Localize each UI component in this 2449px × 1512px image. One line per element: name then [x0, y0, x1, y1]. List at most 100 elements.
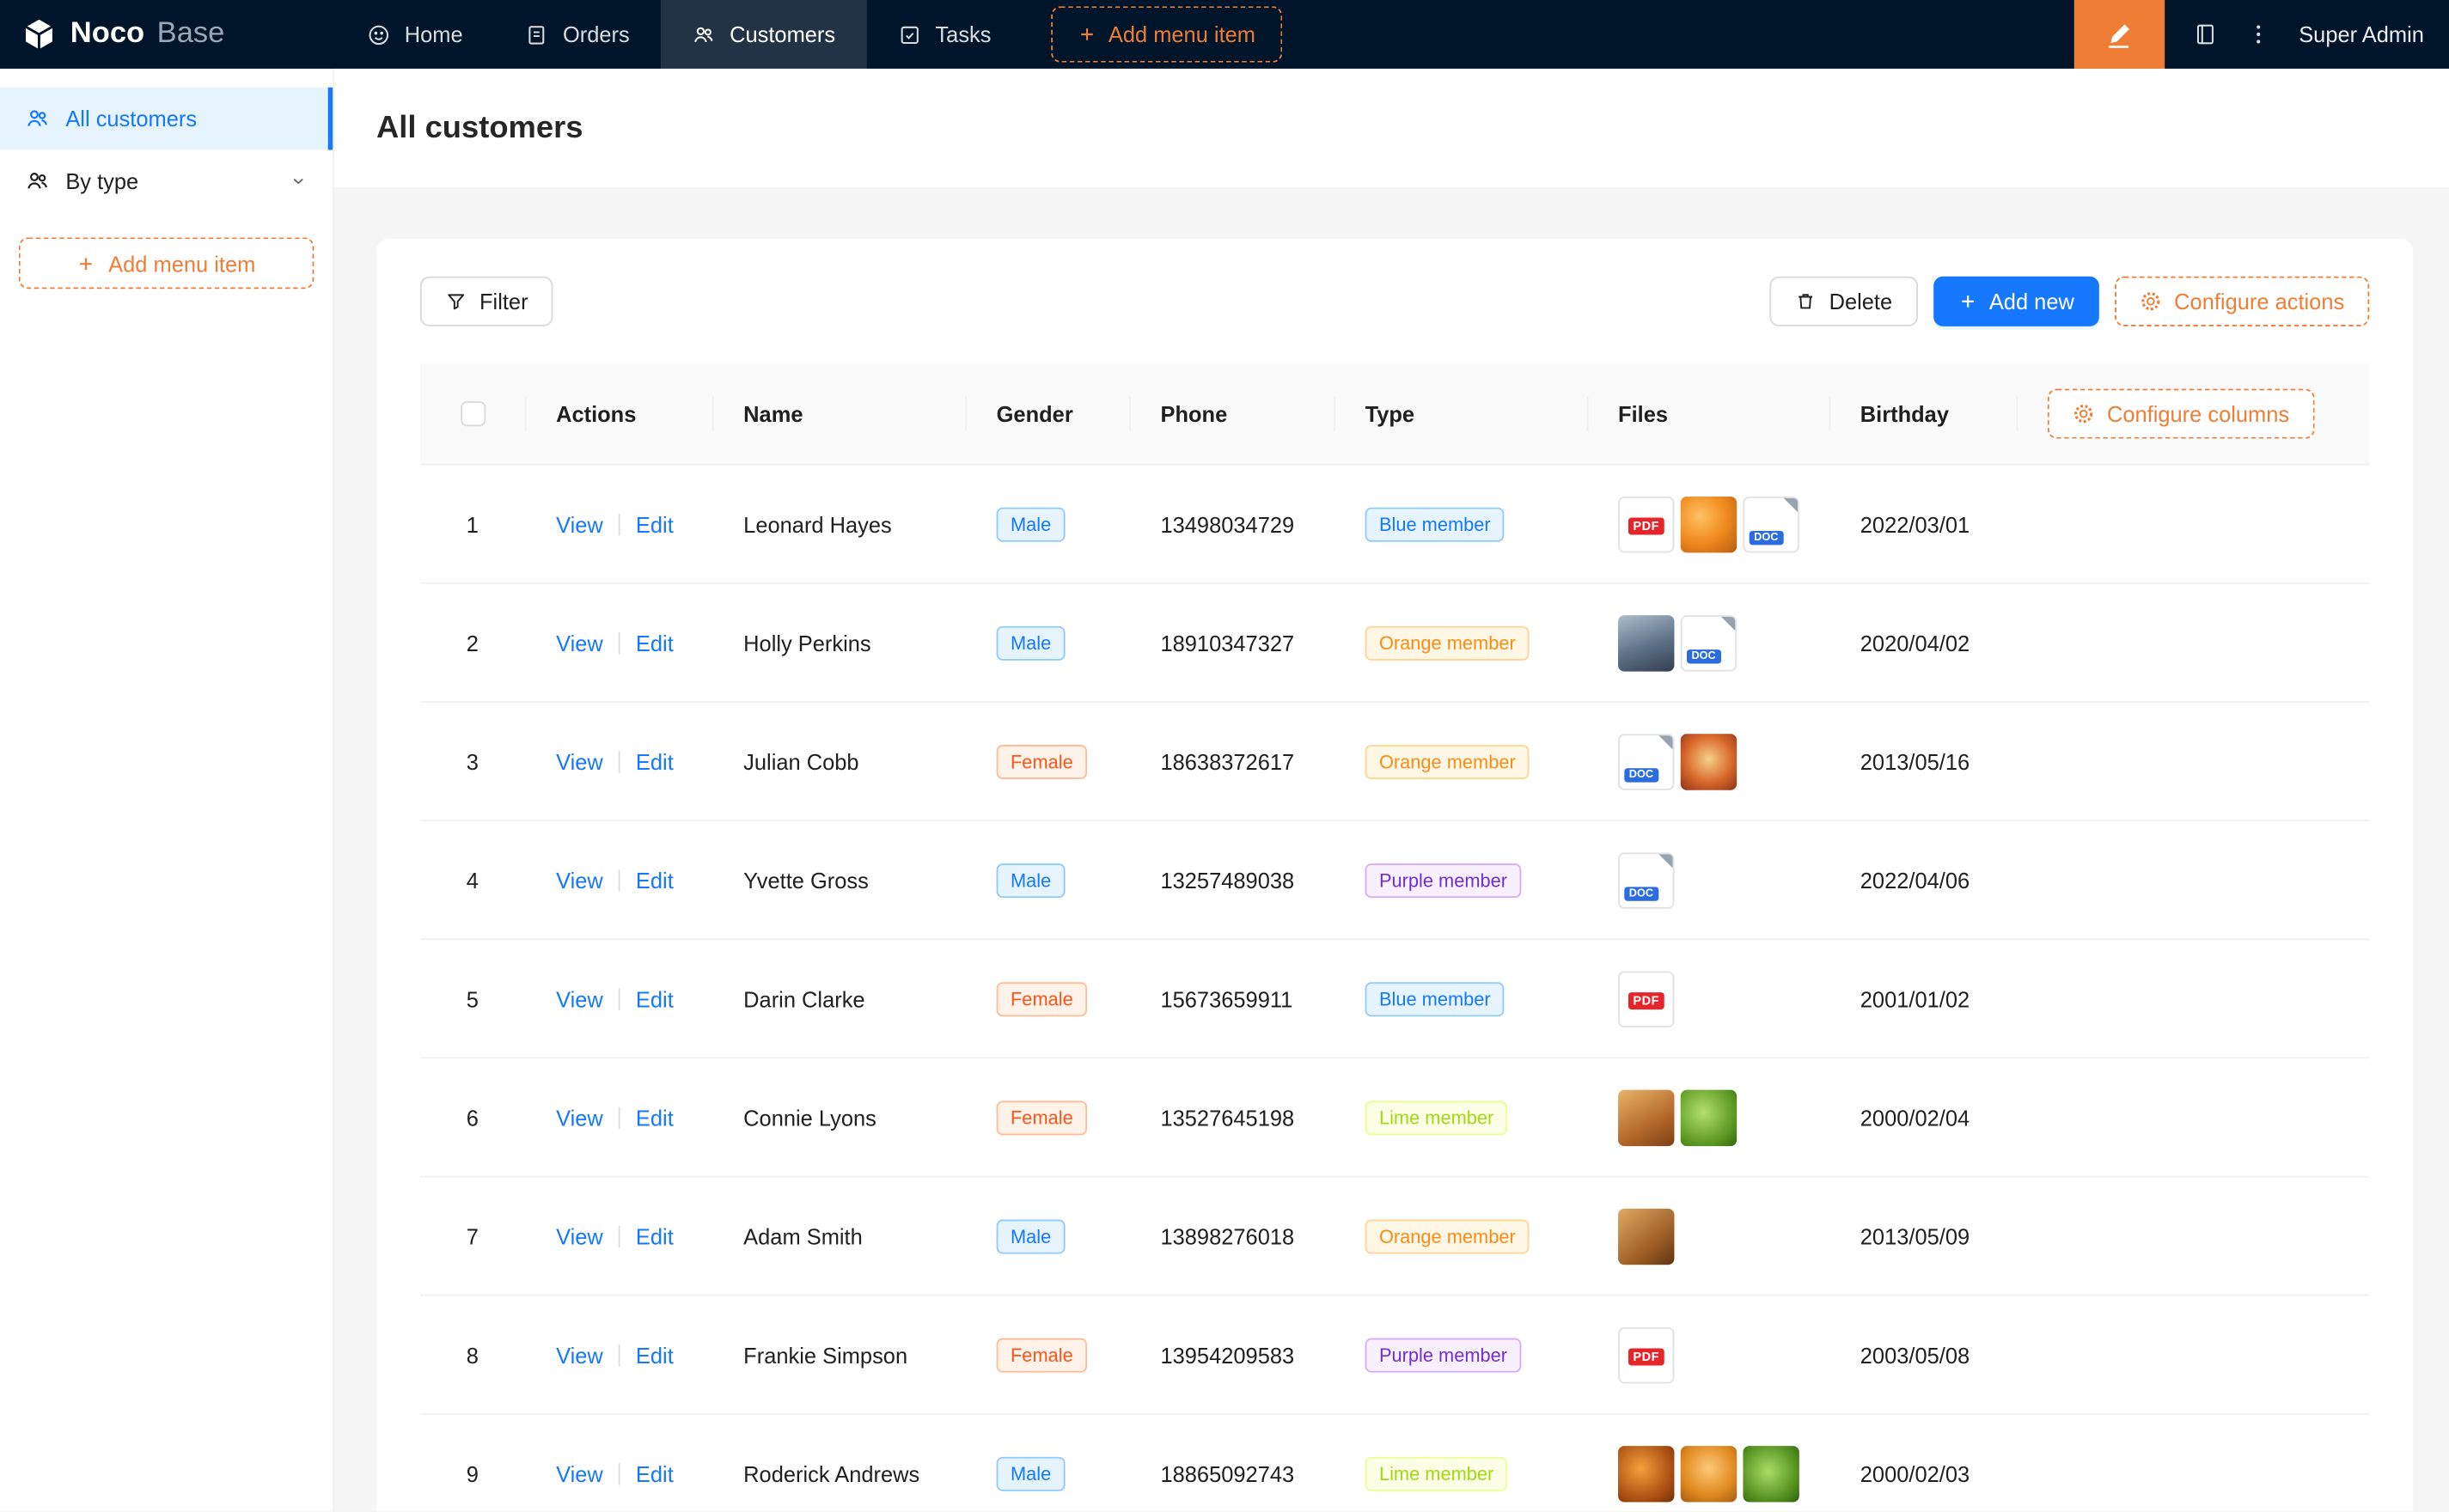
customers-table: Actions Name Gender Phone Type Files Bir… — [420, 364, 2369, 1512]
image-thumbnail[interactable] — [1618, 614, 1674, 670]
nav-item-customers[interactable]: Customers — [661, 0, 866, 69]
nav-item-label: Customers — [730, 21, 835, 46]
doc-file-icon[interactable]: DOC — [1618, 733, 1674, 789]
edit-link[interactable]: Edit — [636, 868, 674, 893]
action-divider — [619, 1225, 620, 1247]
ui-editor-button[interactable] — [2073, 0, 2164, 69]
image-thumbnail[interactable] — [1618, 1089, 1674, 1145]
customer-name: Holly Perkins — [743, 630, 871, 655]
edit-link[interactable]: Edit — [636, 986, 674, 1011]
delete-button-label: Delete — [1829, 289, 1893, 314]
nav-item-label: Tasks — [935, 21, 991, 46]
image-thumbnail[interactable] — [1681, 1089, 1737, 1145]
delete-button[interactable]: Delete — [1770, 277, 1918, 326]
files-cell: PDF DOC — [1587, 466, 1829, 582]
table-row: 9 View Edit Roderick Andrews Male 188650… — [420, 1415, 2369, 1512]
sidebar-add-menu-item-label: Add menu item — [108, 251, 255, 276]
nav-item-tasks[interactable]: Tasks — [866, 0, 1022, 69]
more-options-icon[interactable] — [2245, 21, 2270, 46]
image-thumbnail[interactable] — [1743, 1445, 1799, 1501]
sidebar-item-by-type[interactable]: By type — [0, 149, 333, 212]
birthday-value: 2022/03/01 — [1860, 511, 1970, 536]
doc-file-icon[interactable]: DOC — [1618, 852, 1674, 908]
navbar-right-actions: Super Admin — [2073, 0, 2449, 69]
table-body: 1 View Edit Leonard Hayes Male 134980347… — [420, 466, 2369, 1512]
phone-number: 13954209583 — [1160, 1342, 1294, 1367]
image-thumbnail[interactable] — [1618, 1208, 1674, 1264]
view-link[interactable]: View — [556, 868, 603, 893]
sidebar-item-all-customers[interactable]: All customers — [0, 88, 333, 150]
view-link[interactable]: View — [556, 511, 603, 536]
view-link[interactable]: View — [556, 630, 603, 655]
filter-button-label: Filter — [479, 289, 528, 314]
edit-link[interactable]: Edit — [636, 630, 674, 655]
type-tag: Lime member — [1365, 1100, 1508, 1134]
plus-icon — [1957, 292, 1976, 311]
edit-link[interactable]: Edit — [636, 1223, 674, 1248]
customer-name: Leonard Hayes — [743, 511, 892, 536]
type-tag: Orange member — [1365, 625, 1530, 660]
birthday-value: 2013/05/09 — [1860, 1223, 1970, 1248]
navbar-add-menu-item-button[interactable]: Add menu item — [1051, 6, 1282, 62]
pdf-file-icon[interactable]: PDF — [1618, 496, 1674, 552]
edit-link[interactable]: Edit — [636, 1460, 674, 1485]
image-thumbnail[interactable] — [1681, 733, 1737, 789]
home-icon — [367, 22, 390, 46]
customer-name: Adam Smith — [743, 1223, 863, 1248]
view-link[interactable]: View — [556, 1223, 603, 1248]
image-thumbnail[interactable] — [1618, 1445, 1674, 1501]
docs-icon[interactable] — [2193, 21, 2218, 46]
nav-item-home[interactable]: Home — [336, 0, 494, 69]
birthday-value: 2000/02/03 — [1860, 1460, 1970, 1485]
pdf-file-icon[interactable]: PDF — [1618, 971, 1674, 1027]
add-new-button[interactable]: Add new — [1933, 277, 2099, 326]
phone-number: 18638372617 — [1160, 749, 1294, 774]
view-link[interactable]: View — [556, 749, 603, 774]
column-header-type: Type — [1334, 364, 1586, 464]
action-divider — [619, 1462, 620, 1484]
edit-link[interactable]: Edit — [636, 1105, 674, 1130]
content-area: Filter Delete Add new — [334, 187, 2449, 1511]
row-index: 2 — [467, 630, 479, 655]
edit-link[interactable]: Edit — [636, 1342, 674, 1367]
doc-file-icon[interactable]: DOC — [1743, 496, 1799, 552]
view-link[interactable]: View — [556, 1105, 603, 1130]
table-row: 7 View Edit Adam Smith Male 13898276018 … — [420, 1177, 2369, 1296]
sidebar: All customers By type Add menu item — [0, 69, 334, 1511]
users-icon — [25, 168, 50, 193]
view-link[interactable]: View — [556, 1460, 603, 1485]
image-thumbnail[interactable] — [1681, 1445, 1737, 1501]
edit-link[interactable]: Edit — [636, 511, 674, 536]
pdf-file-icon[interactable]: PDF — [1618, 1326, 1674, 1382]
column-header-gender: Gender — [965, 364, 1129, 464]
view-link[interactable]: View — [556, 1342, 603, 1367]
configure-columns-button[interactable]: Configure columns — [2048, 389, 2314, 439]
type-tag: Purple member — [1365, 863, 1522, 897]
action-divider — [619, 750, 620, 771]
files-cell — [1587, 1058, 1829, 1175]
configure-actions-button[interactable]: Configure actions — [2115, 277, 2369, 326]
chevron-down-icon — [289, 172, 308, 191]
sidebar-item-label: All customers — [65, 107, 197, 131]
view-link[interactable]: View — [556, 986, 603, 1011]
select-all-checkbox[interactable] — [460, 401, 485, 426]
phone-number: 18910347327 — [1160, 630, 1294, 655]
sidebar-add-menu-item-button[interactable]: Add menu item — [19, 237, 315, 289]
gear-icon — [2073, 403, 2094, 424]
nav-item-orders[interactable]: Orders — [494, 0, 661, 69]
customer-name: Julian Cobb — [743, 749, 858, 774]
add-new-button-label: Add new — [1989, 289, 2074, 314]
action-divider — [619, 513, 620, 534]
action-divider — [619, 869, 620, 890]
files-cell: PDF — [1587, 940, 1829, 1057]
gender-tag: Male — [997, 1456, 1066, 1491]
nocobase-logo[interactable]: NocoBase — [0, 15, 336, 53]
birthday-value: 2013/05/16 — [1860, 749, 1970, 774]
doc-file-icon[interactable]: DOC — [1681, 614, 1737, 670]
filter-funnel-icon — [445, 290, 467, 312]
image-thumbnail[interactable] — [1681, 496, 1737, 552]
customer-name: Connie Lyons — [743, 1105, 876, 1130]
filter-button[interactable]: Filter — [420, 277, 553, 326]
current-user[interactable]: Super Admin — [2299, 21, 2424, 46]
edit-link[interactable]: Edit — [636, 749, 674, 774]
